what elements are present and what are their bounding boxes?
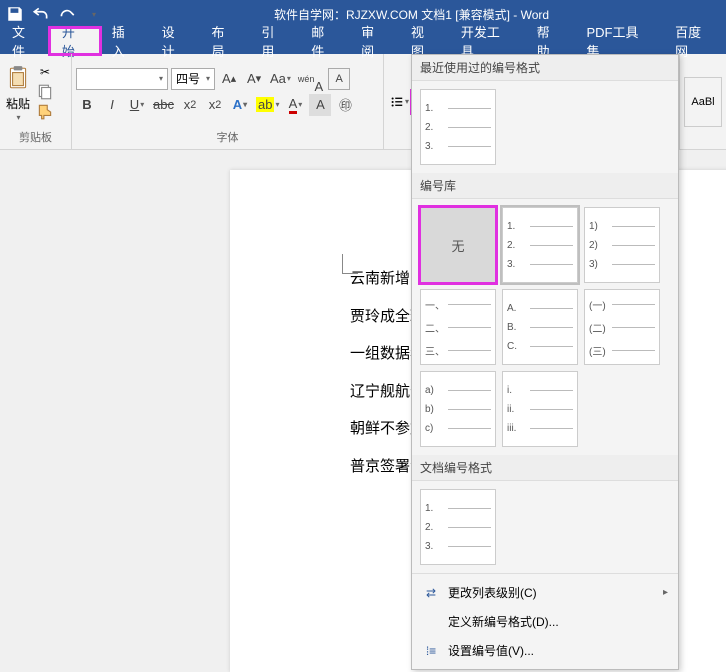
numbering-option[interactable]: (一) (二) (三) <box>584 289 660 365</box>
phonetic-guide-icon[interactable]: wénA <box>296 68 325 90</box>
numbering-option[interactable]: 1. 2. 3. <box>502 207 578 283</box>
numbering-option[interactable]: 1. 2. 3. <box>420 489 496 565</box>
tab-layout[interactable]: 布局 <box>200 28 250 54</box>
clipboard-group-label: 剪贴板 <box>4 127 67 147</box>
paste-icon[interactable] <box>4 62 32 94</box>
tab-design[interactable]: 设计 <box>150 28 200 54</box>
tab-mailings[interactable]: 邮件 <box>299 28 349 54</box>
bold-icon[interactable]: B <box>76 94 98 116</box>
font-group-label: 字体 <box>76 127 379 147</box>
tab-home[interactable]: 开始 <box>50 28 100 54</box>
numbering-option[interactable]: 1. 2. 3. <box>420 89 496 165</box>
underline-icon[interactable]: U▾ <box>126 94 148 116</box>
tab-help[interactable]: 帮助 <box>525 28 575 54</box>
tab-review[interactable]: 审阅 <box>349 28 399 54</box>
tab-file[interactable]: 文件 <box>0 28 50 54</box>
tab-baidu[interactable]: 百度网 <box>663 28 726 54</box>
ribbon: 粘贴 ▾ ✂ 剪贴板 ▾ 四号▾ A▴ A▾ <box>0 54 726 150</box>
clear-format-icon[interactable]: A <box>328 68 350 90</box>
qat-customize-icon[interactable]: ▾ <box>85 5 103 23</box>
cursor-indicator <box>342 254 358 274</box>
submenu-arrow-icon: ▸ <box>663 587 668 598</box>
save-icon[interactable] <box>6 5 24 23</box>
change-level-icon: ⇄ <box>422 586 440 600</box>
bullets-icon[interactable]: ▾ <box>388 91 411 113</box>
highlight-icon[interactable]: ab▾ <box>254 94 281 116</box>
char-shading-icon[interactable]: A <box>309 94 331 116</box>
doc-formats-title: 文档编号格式 <box>412 455 678 481</box>
shrink-font-icon[interactable]: A▾ <box>243 68 265 90</box>
numbering-option[interactable]: A. B. C. <box>502 289 578 365</box>
grow-font-icon[interactable]: A▴ <box>218 68 240 90</box>
numbering-option[interactable]: 一、 二、 三、 <box>420 289 496 365</box>
redo-icon[interactable] <box>58 5 76 23</box>
library-title: 编号库 <box>412 173 678 199</box>
numbering-option[interactable]: 1) 2) 3) <box>584 207 660 283</box>
set-value-icon: ⁞≡ <box>422 644 440 658</box>
font-color-icon[interactable]: A▾ <box>284 94 306 116</box>
tab-insert[interactable]: 插入 <box>100 28 150 54</box>
change-case-icon[interactable]: Aa▾ <box>268 68 293 90</box>
font-name-combo[interactable]: ▾ <box>76 68 168 90</box>
tab-developer[interactable]: 开发工具 <box>449 28 525 54</box>
enclose-char-icon[interactable]: ㊞ <box>334 94 356 116</box>
undo-icon[interactable] <box>32 5 50 23</box>
numbering-option[interactable]: a) b) c) <box>420 371 496 447</box>
strikethrough-icon[interactable]: abc <box>151 94 176 116</box>
ribbon-tabs: 文件 开始 插入 设计 布局 引用 邮件 审阅 视图 开发工具 帮助 PDF工具… <box>0 28 726 54</box>
format-painter-icon[interactable] <box>36 103 54 121</box>
tab-view[interactable]: 视图 <box>399 28 449 54</box>
font-size-combo[interactable]: 四号▾ <box>171 68 215 90</box>
style-normal[interactable]: AaBl <box>684 77 722 127</box>
window-title: 软件自学网：RJZXW.COM 文档1 [兼容模式] - Word <box>103 6 720 23</box>
define-new-format[interactable]: 定义新编号格式(D)... <box>412 607 678 636</box>
numbering-none[interactable]: 无 <box>420 207 496 283</box>
paste-label[interactable]: 粘贴 <box>6 95 30 112</box>
recent-formats-title: 最近使用过的编号格式 <box>412 55 678 81</box>
numbering-option[interactable]: i. ii. iii. <box>502 371 578 447</box>
set-numbering-value[interactable]: ⁞≡ 设置编号值(V)... <box>412 636 678 665</box>
copy-icon[interactable] <box>36 83 54 101</box>
superscript-icon[interactable]: x2 <box>204 94 226 116</box>
italic-icon[interactable]: I <box>101 94 123 116</box>
change-list-level[interactable]: ⇄ 更改列表级别(C) ▸ <box>412 578 678 607</box>
tab-pdf[interactable]: PDF工具集 <box>574 28 663 54</box>
cut-icon[interactable]: ✂ <box>36 63 54 81</box>
tab-references[interactable]: 引用 <box>249 28 299 54</box>
subscript-icon[interactable]: x2 <box>179 94 201 116</box>
numbering-dropdown: 最近使用过的编号格式 1. 2. 3. 编号库 无 1. 2. 3. 1) 2) <box>411 54 679 670</box>
text-effects-icon[interactable]: A▾ <box>229 94 251 116</box>
